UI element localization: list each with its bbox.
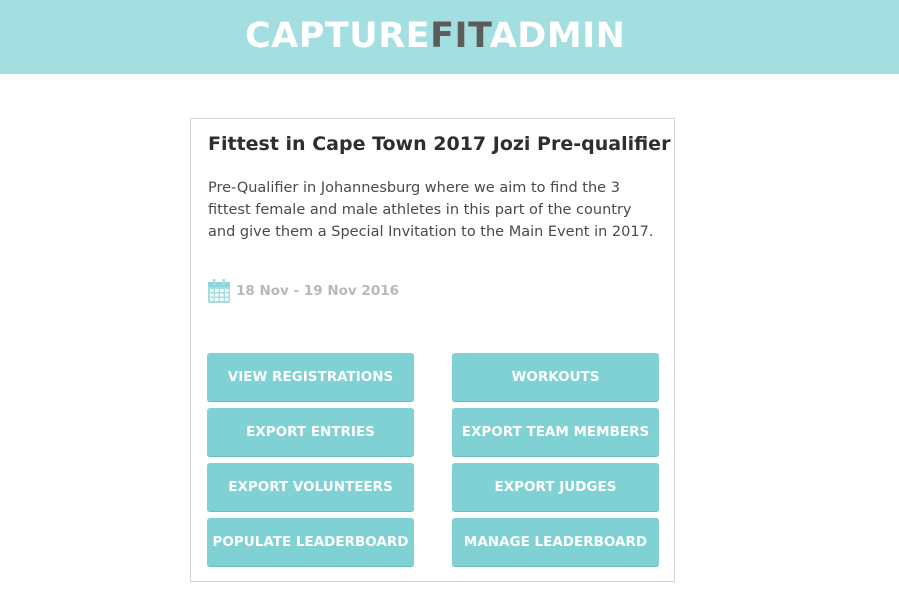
export-team-members-button[interactable]: EXPORT TEAM MEMBERS: [452, 408, 659, 456]
view-registrations-button[interactable]: VIEW REGISTRATIONS: [207, 353, 414, 401]
manage-leaderboard-button[interactable]: MANAGE LEADERBOARD: [452, 518, 659, 566]
event-date: 18 Nov - 19 Nov 2016: [208, 279, 399, 303]
populate-leaderboard-button[interactable]: POPULATE LEADERBOARD: [207, 518, 414, 566]
logo-text-fit: FIT: [430, 16, 490, 56]
event-description: Pre-Qualifier in Johannesburg where we a…: [208, 180, 654, 240]
event-card: Fittest in Cape Town 2017 Jozi Pre-quali…: [190, 118, 675, 582]
calendar-icon: [208, 279, 230, 303]
export-entries-button[interactable]: EXPORT ENTRIES: [207, 408, 414, 456]
workouts-button[interactable]: WORKOUTS: [452, 353, 659, 401]
event-title: Fittest in Cape Town 2017 Jozi Pre-quali…: [208, 133, 671, 155]
export-judges-button[interactable]: EXPORT JUDGES: [452, 463, 659, 511]
header-bar: CAPTUREFITADMIN: [0, 0, 899, 74]
export-volunteers-button[interactable]: EXPORT VOLUNTEERS: [207, 463, 414, 511]
event-date-range: 18 Nov - 19 Nov 2016: [236, 283, 399, 299]
logo-text-admin: ADMIN: [489, 16, 626, 56]
logo-text-capture: CAPTURE: [245, 16, 431, 56]
app-logo[interactable]: CAPTUREFITADMIN: [245, 14, 625, 58]
